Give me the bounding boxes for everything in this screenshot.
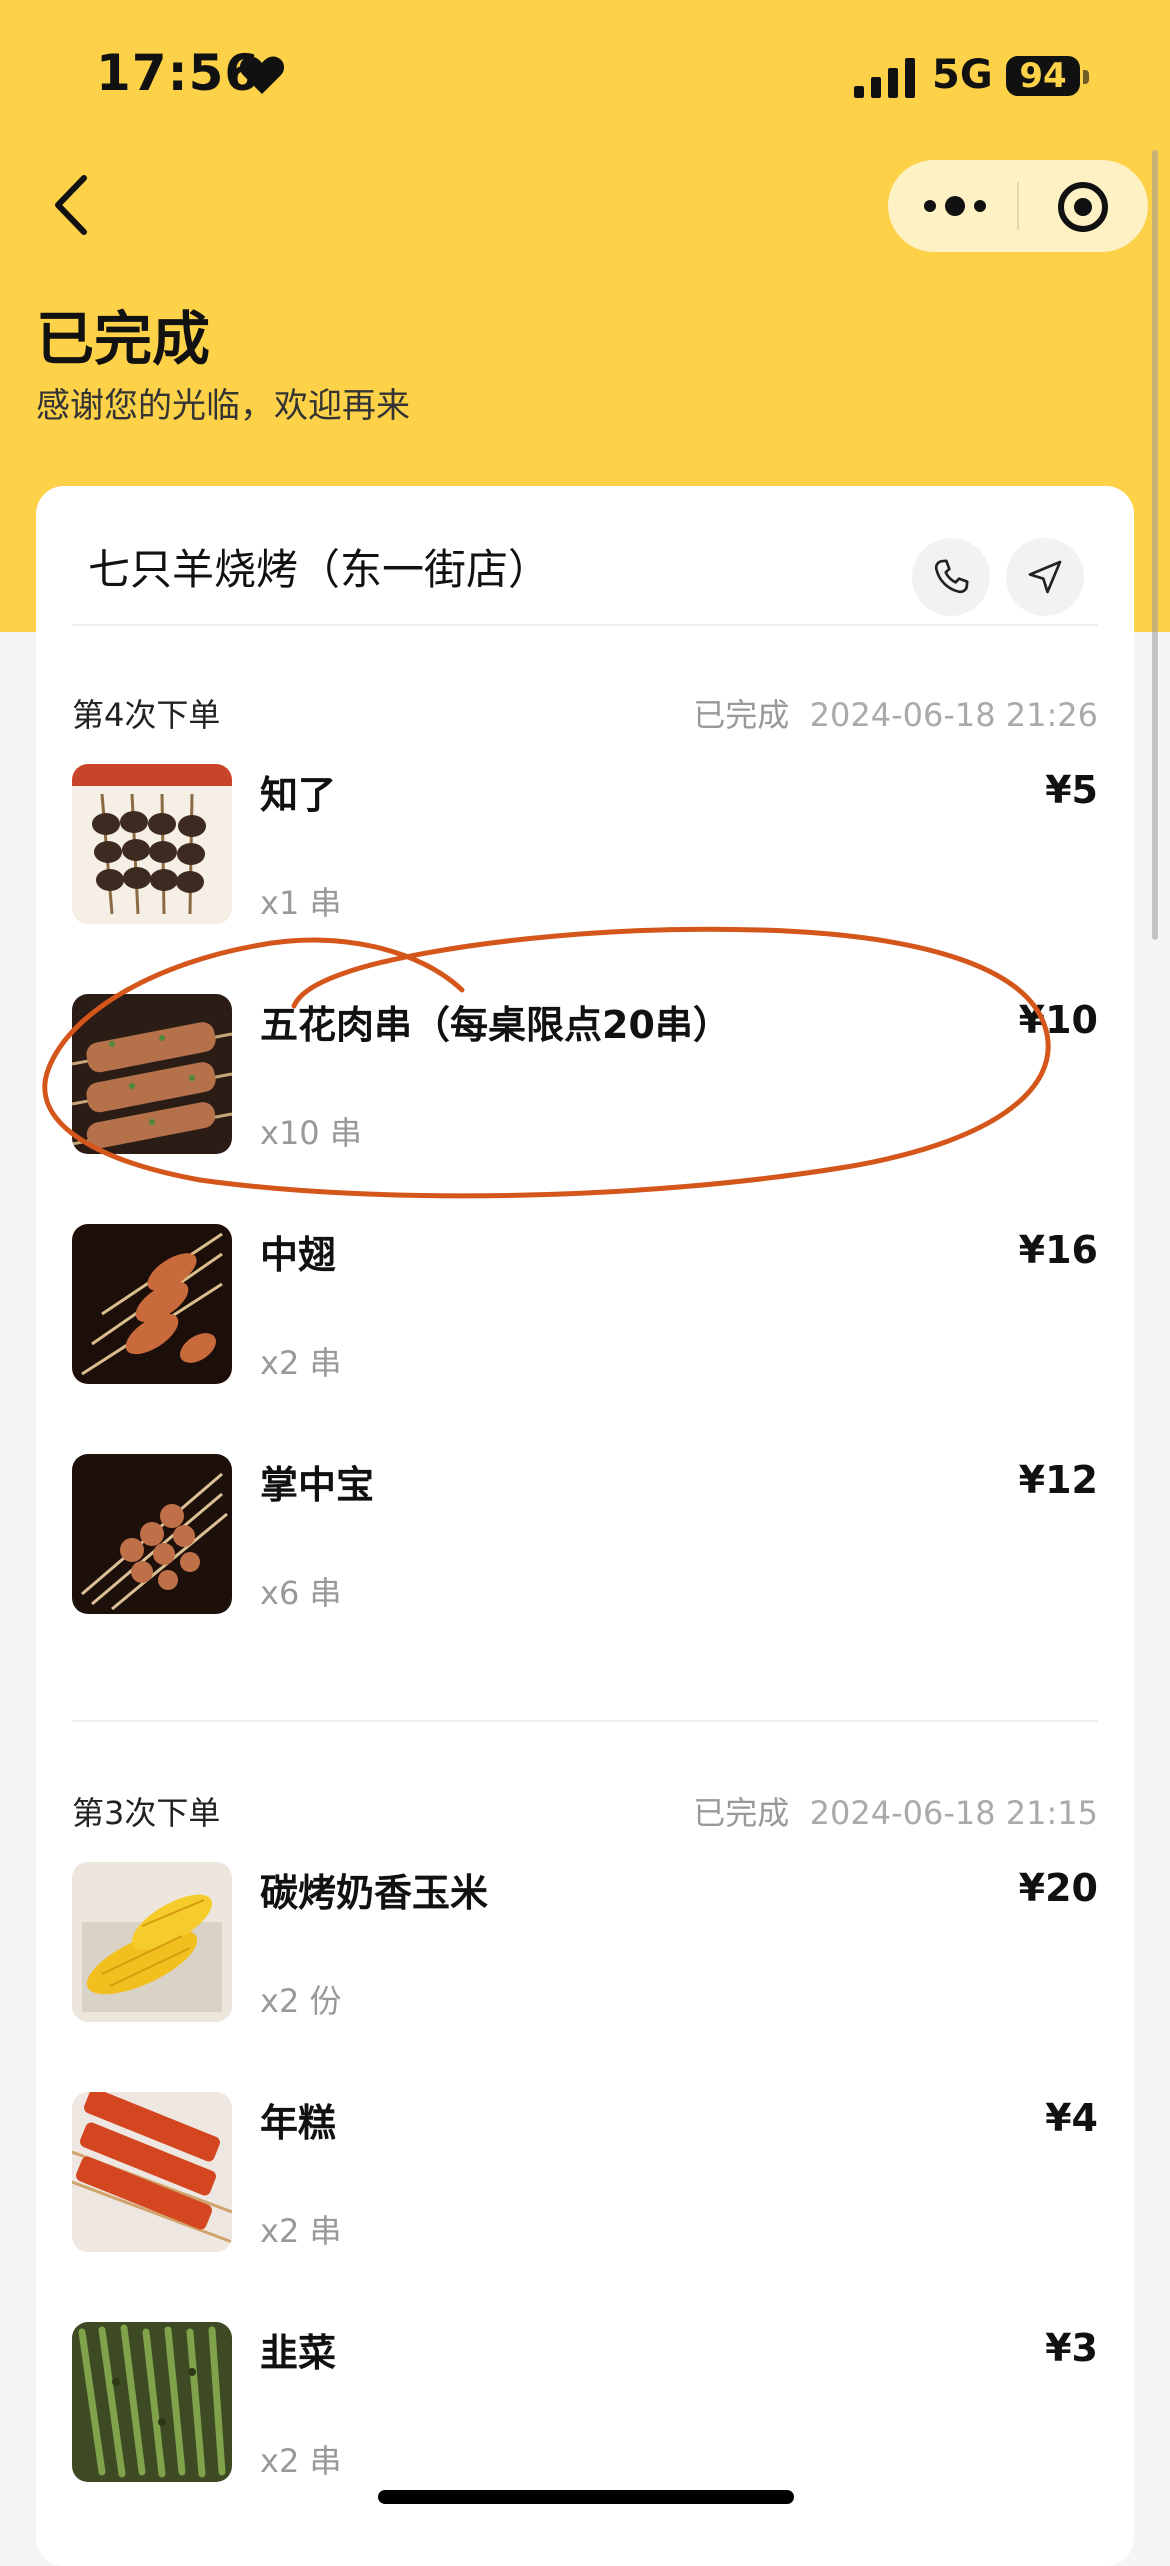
item-name: 五花肉串（每桌限点20串） xyxy=(260,1003,731,1047)
more-icon[interactable] xyxy=(920,186,990,226)
order-status: 已完成 2024-06-18 21:15 xyxy=(693,1794,1098,1832)
signal-icon xyxy=(854,58,915,98)
list-item[interactable]: 掌中宝 x6 串 ¥12 xyxy=(72,1454,1098,1614)
mini-program-capsule xyxy=(888,160,1148,252)
item-name: 中翅 xyxy=(260,1233,337,1277)
food-image-corn xyxy=(72,1862,232,2022)
item-price: ¥16 xyxy=(1018,1228,1098,1272)
battery-level: 94 xyxy=(1019,56,1067,96)
order-header: 第4次下单 已完成 2024-06-18 21:26 xyxy=(72,690,1098,740)
item-qty: x2 串 xyxy=(260,1344,342,1382)
close-target-icon[interactable] xyxy=(1056,180,1110,234)
home-indicator[interactable] xyxy=(378,2490,794,2504)
list-item[interactable]: 年糕 x2 串 ¥4 xyxy=(72,2092,1098,2252)
item-price: ¥10 xyxy=(1018,998,1098,1042)
shop-name[interactable]: 七只羊烧烤（东一街店） xyxy=(88,536,550,597)
battery-tip xyxy=(1083,70,1089,84)
item-name: 韭菜 xyxy=(260,2331,337,2375)
item-qty: x2 份 xyxy=(260,1982,342,2020)
battery-icon: 94 xyxy=(1006,56,1080,96)
item-price: ¥3 xyxy=(1045,2326,1098,2370)
item-price: ¥20 xyxy=(1018,1866,1098,1910)
item-name: 掌中宝 xyxy=(260,1463,375,1507)
order-count: 第4次下单 xyxy=(72,696,221,734)
item-qty: x2 串 xyxy=(260,2442,342,2480)
network-label: 5G xyxy=(932,52,993,98)
list-item[interactable]: 五花肉串（每桌限点20串） x10 串 ¥10 xyxy=(72,994,1098,1154)
navigation-icon xyxy=(1028,560,1062,594)
list-item[interactable]: 碳烤奶香玉米 x2 份 ¥20 xyxy=(72,1862,1098,2022)
capsule-divider xyxy=(1017,182,1019,230)
status-bar: 17:56 5G 94 xyxy=(0,0,1170,150)
list-item[interactable]: 中翅 x2 串 ¥16 xyxy=(72,1224,1098,1384)
item-price: ¥5 xyxy=(1045,768,1098,812)
item-name: 知了 xyxy=(260,773,337,817)
navigate-button[interactable] xyxy=(1006,538,1084,616)
item-price: ¥4 xyxy=(1045,2096,1098,2140)
order-divider xyxy=(72,1720,1098,1722)
status-time: 17:56 xyxy=(96,44,261,102)
order-status: 已完成 2024-06-18 21:26 xyxy=(693,696,1098,734)
list-item[interactable]: 韭菜 x2 串 ¥3 xyxy=(72,2322,1098,2482)
phone-icon xyxy=(934,559,969,594)
item-qty: x2 串 xyxy=(260,2212,342,2250)
food-image-chives xyxy=(72,2322,232,2482)
food-image-cicada xyxy=(72,764,232,924)
page-subtitle: 感谢您的光临，欢迎再来 xyxy=(36,386,410,426)
item-qty: x6 串 xyxy=(260,1574,342,1612)
food-image-cartilage xyxy=(72,1454,232,1614)
order-count: 第3次下单 xyxy=(72,1794,221,1832)
back-icon[interactable] xyxy=(44,170,104,240)
item-name: 碳烤奶香玉米 xyxy=(260,1871,489,1915)
scrollbar[interactable] xyxy=(1152,150,1158,940)
page-title: 已完成 xyxy=(36,305,211,373)
order-header: 第3次下单 已完成 2024-06-18 21:15 xyxy=(72,1788,1098,1838)
list-item[interactable]: 知了 x1 串 ¥5 xyxy=(72,764,1098,924)
item-qty: x1 串 xyxy=(260,884,342,922)
item-price: ¥12 xyxy=(1018,1458,1098,1502)
item-qty: x10 串 xyxy=(260,1114,362,1152)
heart-icon xyxy=(239,56,285,94)
item-name: 年糕 xyxy=(260,2101,337,2145)
food-image-chicken-wing xyxy=(72,1224,232,1384)
shop-divider xyxy=(72,624,1098,626)
food-image-pork-belly xyxy=(72,994,232,1154)
order-card: 七只羊烧烤（东一街店） 第4次下单 已完成 2024-06-18 21:26 知… xyxy=(36,486,1134,2566)
food-image-rice-cake xyxy=(72,2092,232,2252)
call-button[interactable] xyxy=(912,538,990,616)
